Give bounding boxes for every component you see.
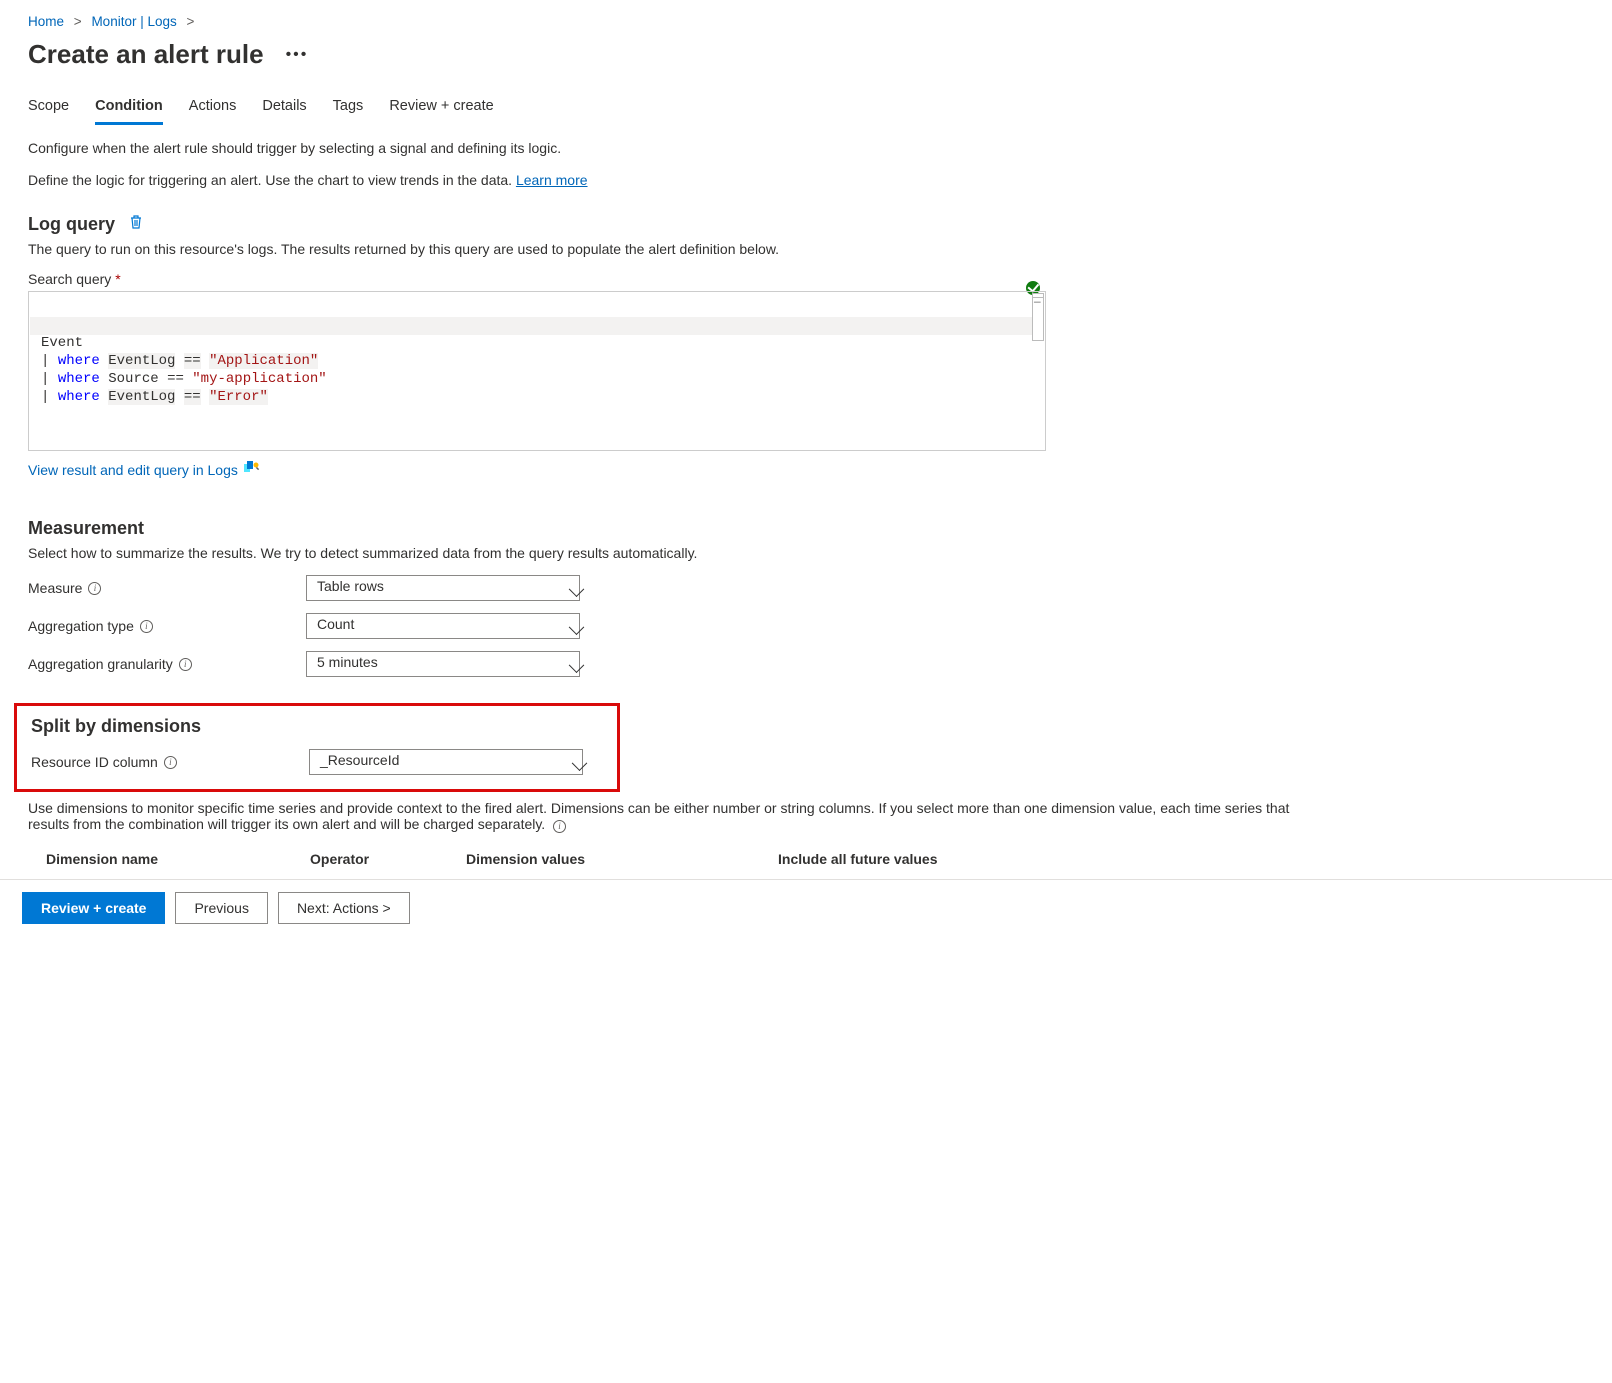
aggregation-type-label: Aggregation type [28,618,134,634]
aggregation-granularity-label: Aggregation granularity [28,656,173,672]
tab-tags[interactable]: Tags [333,92,364,125]
aggregation-type-select[interactable]: Count [306,613,580,639]
tab-details[interactable]: Details [262,92,306,125]
dimension-columns-header: Dimension name Operator Dimension values… [28,851,1584,867]
editor-gutter[interactable] [1032,293,1044,341]
tab-condition[interactable]: Condition [95,92,163,125]
breadcrumb: Home > Monitor | Logs > [28,14,1584,29]
tab-actions[interactable]: Actions [189,92,237,125]
measure-label: Measure [28,580,82,596]
more-options-button[interactable]: ••• [286,46,309,64]
measure-select[interactable]: Table rows [306,575,580,601]
search-query-label: Search query [28,271,111,287]
previous-button[interactable]: Previous [175,892,267,924]
condition-help-1: Configure when the alert rule should tri… [28,139,1584,159]
measurement-desc: Select how to summarize the results. We … [28,545,1584,561]
delete-icon[interactable] [129,214,143,235]
split-dimensions-heading: Split by dimensions [31,716,201,737]
resource-id-column-select[interactable]: _ResourceId [309,749,583,775]
breadcrumb-home[interactable]: Home [28,14,64,29]
tab-scope[interactable]: Scope [28,92,69,125]
col-dimension-values: Dimension values [466,851,778,867]
info-icon[interactable] [179,658,192,671]
kql-editor[interactable]: Event | where EventLog == "Application" … [28,291,1046,451]
chevron-right-icon: > [74,14,82,29]
learn-more-link[interactable]: Learn more [516,172,588,188]
bottom-action-bar: Review + create Previous Next: Actions > [0,879,1612,942]
chevron-right-icon: > [187,14,195,29]
condition-help-2: Define the logic for triggering an alert… [28,171,1584,191]
review-create-button[interactable]: Review + create [22,892,165,924]
col-operator: Operator [310,851,466,867]
split-dimensions-highlight: Split by dimensions Resource ID column _… [14,703,620,792]
measurement-heading: Measurement [28,518,144,539]
logs-icon [244,461,260,478]
view-in-logs-link[interactable]: View result and edit query in Logs [28,461,260,478]
split-dimensions-desc: Use dimensions to monitor specific time … [28,800,1289,832]
tabs: Scope Condition Actions Details Tags Rev… [28,92,1584,125]
info-icon[interactable] [140,620,153,633]
col-dimension-name: Dimension name [46,851,310,867]
log-query-heading: Log query [28,214,115,235]
info-icon[interactable] [553,820,566,833]
col-include-future: Include all future values [778,851,938,867]
next-button[interactable]: Next: Actions > [278,892,410,924]
aggregation-granularity-select[interactable]: 5 minutes [306,651,580,677]
log-query-desc: The query to run on this resource's logs… [28,241,1584,257]
resource-id-column-label: Resource ID column [31,754,158,770]
page-title: Create an alert rule [28,39,264,70]
info-icon[interactable] [88,582,101,595]
info-icon[interactable] [164,756,177,769]
tab-review[interactable]: Review + create [389,92,493,125]
breadcrumb-monitor-logs[interactable]: Monitor | Logs [91,14,176,29]
